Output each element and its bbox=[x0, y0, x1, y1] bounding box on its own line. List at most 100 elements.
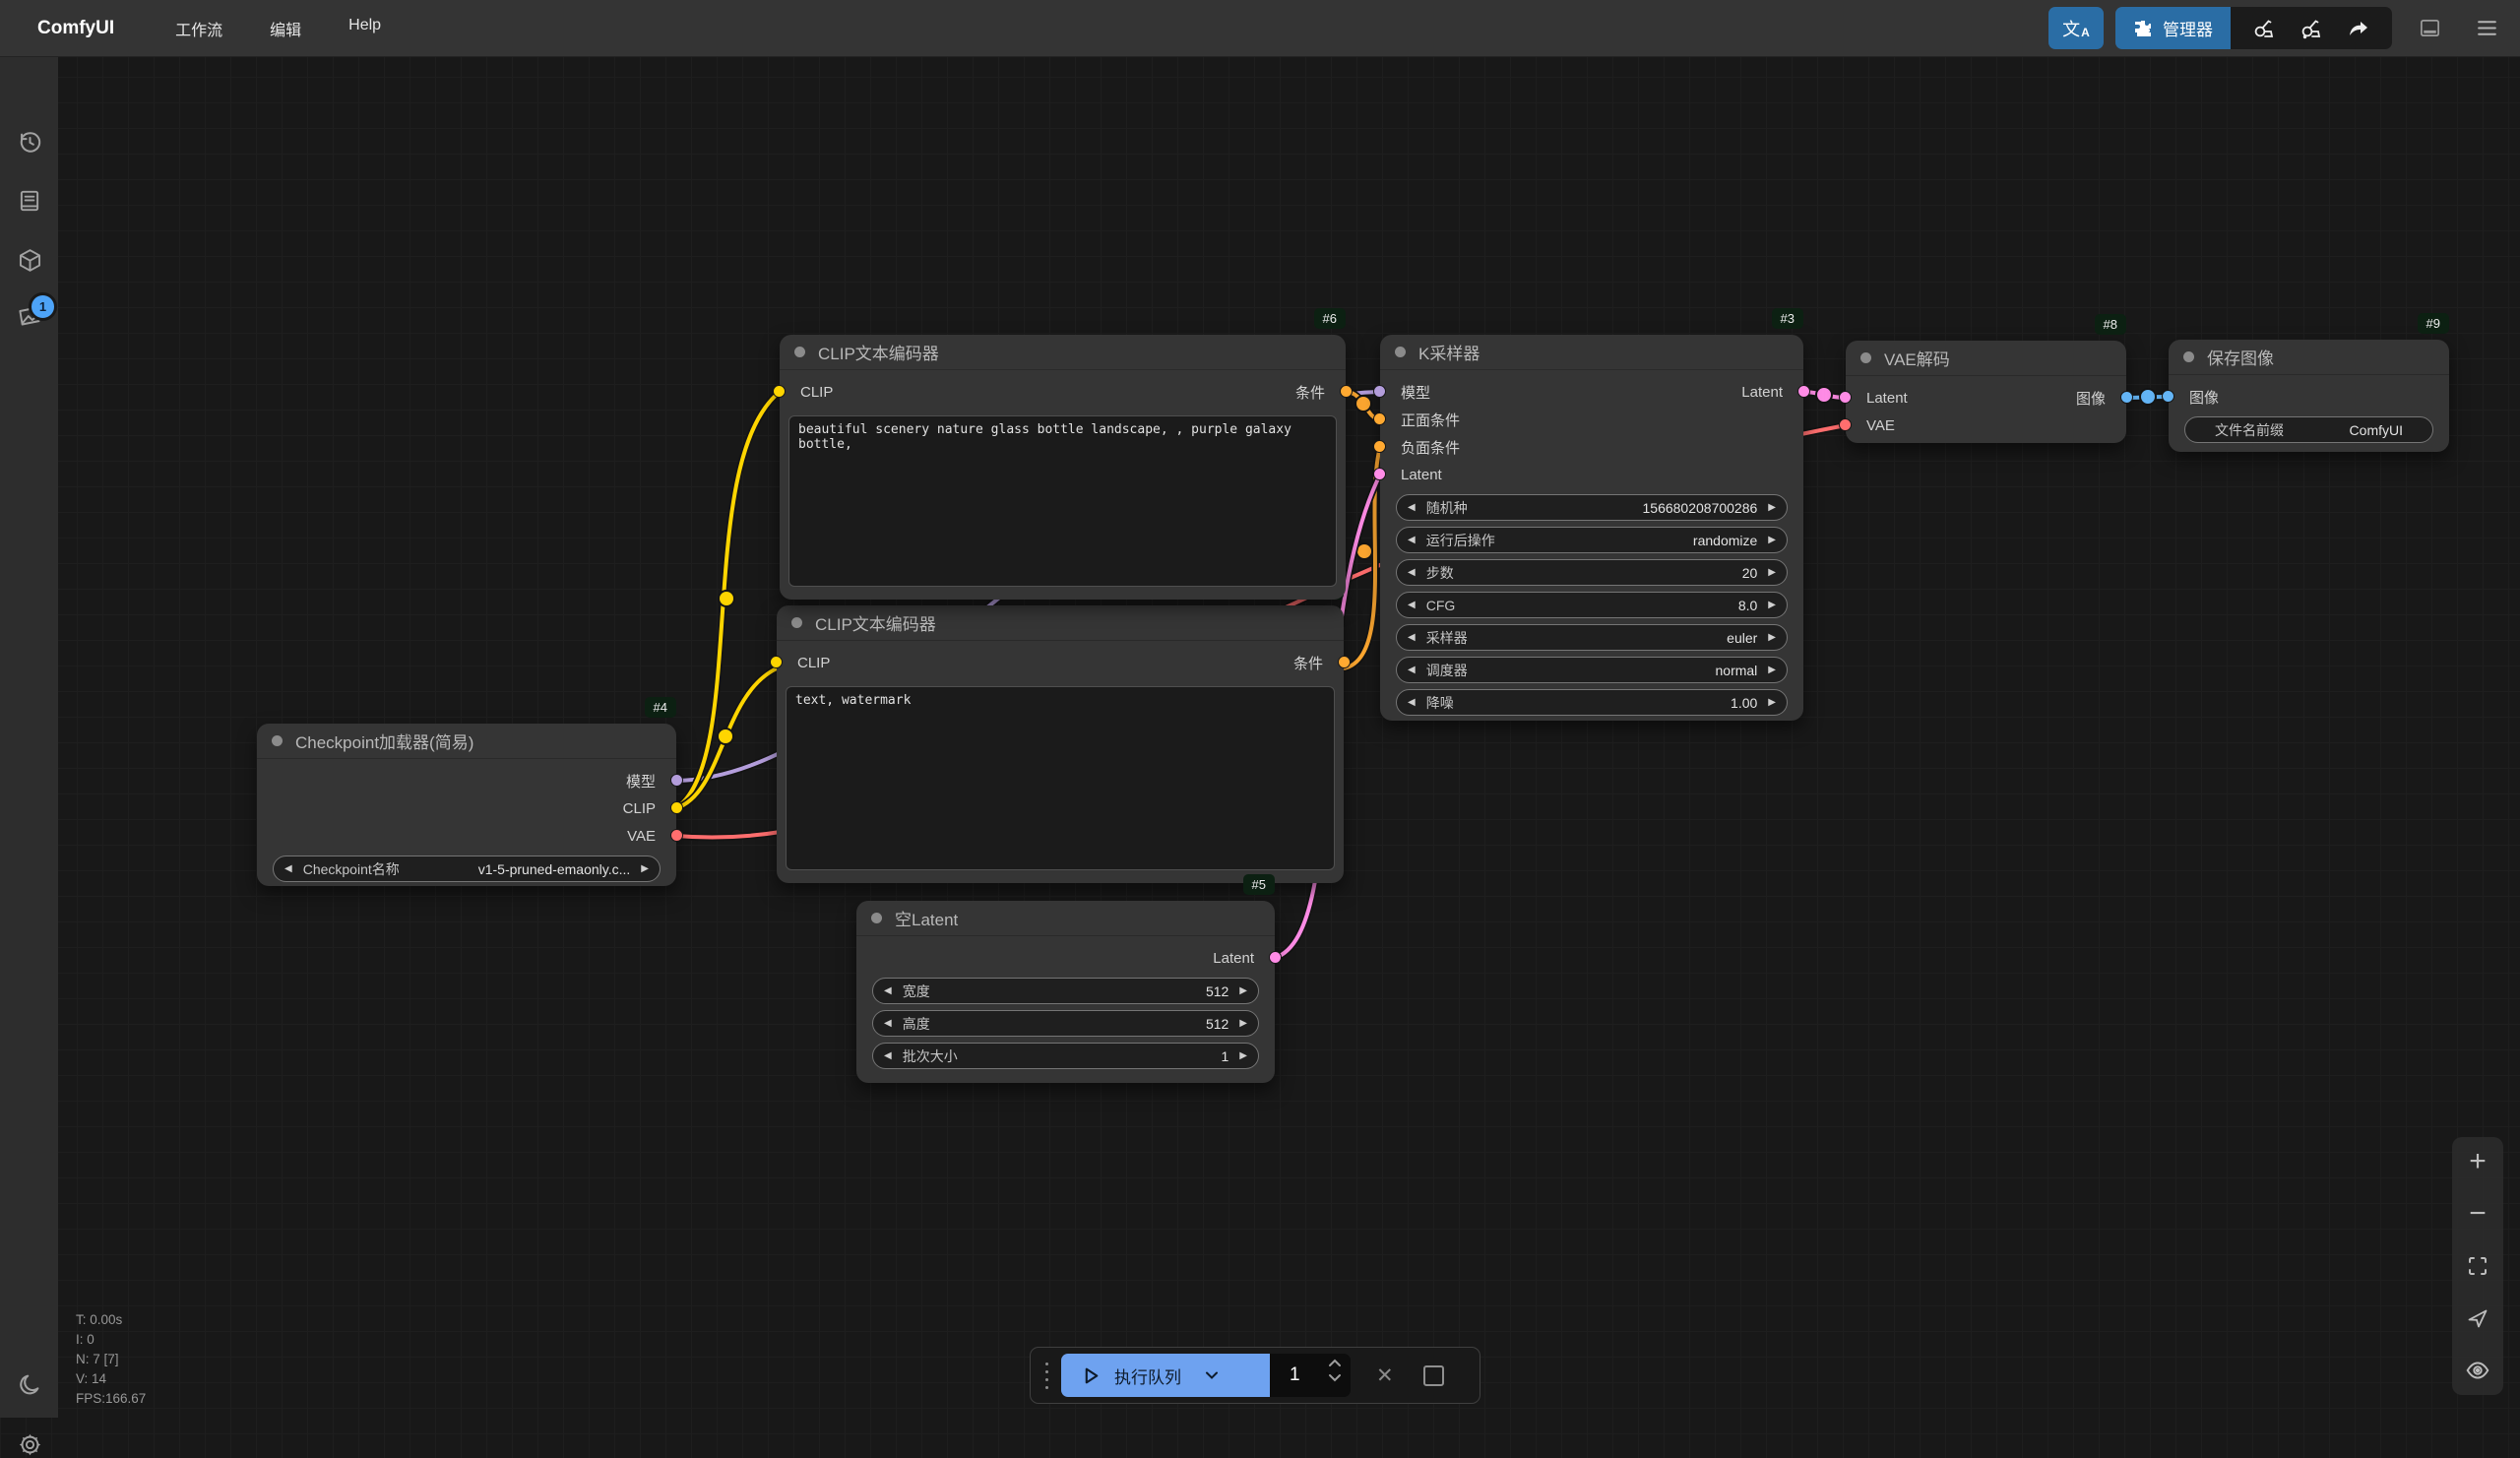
queue-options-chevron-icon[interactable] bbox=[1203, 1366, 1221, 1384]
manager-button[interactable]: 管理器 bbox=[2115, 7, 2231, 49]
bottom-panel-toggle-icon[interactable] bbox=[2410, 9, 2449, 48]
input-port-dot[interactable] bbox=[1373, 440, 1386, 453]
fit-view-button[interactable] bbox=[2463, 1251, 2492, 1281]
output-port-dot[interactable] bbox=[670, 801, 683, 814]
node-vae-decode[interactable]: #8VAE解码Latent图像VAE bbox=[1846, 341, 2126, 443]
translate-button[interactable]: 文A bbox=[2048, 7, 2104, 49]
stop-button[interactable] bbox=[1423, 1365, 1444, 1386]
node-ksampler[interactable]: #3K采样器模型Latent正面条件负面条件Latent◀随机种15668020… bbox=[1380, 335, 1803, 721]
select-mode-button[interactable] bbox=[2463, 1303, 2492, 1333]
app-logo[interactable]: ComfyUI bbox=[37, 18, 114, 39]
toggle-link-visibility-eye-icon[interactable] bbox=[2463, 1356, 2492, 1385]
widget-decrement-arrow-icon[interactable]: ◀ bbox=[884, 986, 892, 996]
collapse-dot[interactable] bbox=[791, 617, 802, 628]
batch-increment-icon[interactable] bbox=[1328, 1358, 1342, 1367]
model-library-icon[interactable] bbox=[16, 246, 43, 274]
output-port-dot[interactable] bbox=[2120, 391, 2133, 404]
node-save-image[interactable]: #9保存图像图像文件名前缀ComfyUI bbox=[2169, 340, 2449, 452]
widget-row[interactable]: ◀运行后操作randomize▶ bbox=[1396, 527, 1788, 553]
drag-handle[interactable] bbox=[1045, 1363, 1048, 1389]
widget-decrement-arrow-icon[interactable]: ◀ bbox=[1408, 601, 1416, 610]
widget-row[interactable]: ◀步数20▶ bbox=[1396, 559, 1788, 586]
widget-row[interactable]: 文件名前缀ComfyUI bbox=[2184, 416, 2433, 443]
queue-prompt-label: 执行队列 bbox=[1114, 1363, 1181, 1388]
widget-increment-arrow-icon[interactable]: ▶ bbox=[1768, 601, 1776, 610]
input-port-label: 负面条件 bbox=[1401, 437, 1460, 458]
prompt-textarea[interactable]: beautiful scenery nature glass bottle la… bbox=[788, 415, 1337, 587]
collapse-dot[interactable] bbox=[1860, 352, 1871, 363]
node-library-icon[interactable] bbox=[16, 187, 43, 215]
widget-row[interactable]: ◀批次大小1▶ bbox=[872, 1043, 1259, 1069]
widget-decrement-arrow-icon[interactable]: ◀ bbox=[1408, 503, 1416, 513]
widget-increment-arrow-icon[interactable]: ▶ bbox=[1768, 633, 1776, 643]
queue-history-icon[interactable] bbox=[16, 128, 43, 156]
queue-prompt-button[interactable]: 执行队列 bbox=[1061, 1354, 1270, 1397]
clean-cache-icon[interactable] bbox=[2292, 9, 2331, 48]
output-port-dot[interactable] bbox=[1340, 385, 1353, 398]
node-clip-text-encode-negative[interactable]: #7CLIP文本编码器CLIP条件text, watermark bbox=[777, 605, 1344, 883]
menu-help[interactable]: Help bbox=[348, 17, 381, 40]
widget-increment-arrow-icon[interactable]: ▶ bbox=[641, 864, 649, 874]
wire-clip-positive bbox=[676, 392, 780, 808]
input-port-dot[interactable] bbox=[2162, 390, 2174, 403]
widget-increment-arrow-icon[interactable]: ▶ bbox=[1768, 503, 1776, 513]
widget-row[interactable]: ◀随机种156680208700286▶ bbox=[1396, 494, 1788, 521]
collapse-dot[interactable] bbox=[1395, 347, 1406, 357]
widget-decrement-arrow-icon[interactable]: ◀ bbox=[1408, 698, 1416, 708]
collapse-dot[interactable] bbox=[2183, 351, 2194, 362]
batch-decrement-icon[interactable] bbox=[1328, 1373, 1342, 1383]
widget-decrement-arrow-icon[interactable]: ◀ bbox=[1408, 633, 1416, 643]
input-port-dot[interactable] bbox=[1373, 385, 1386, 398]
input-port-dot[interactable] bbox=[773, 385, 786, 398]
menu-edit[interactable]: 编辑 bbox=[270, 17, 301, 40]
output-port-dot[interactable] bbox=[670, 774, 683, 787]
widget-increment-arrow-icon[interactable]: ▶ bbox=[1768, 536, 1776, 545]
widget-increment-arrow-icon[interactable]: ▶ bbox=[1239, 986, 1247, 996]
input-port-dot[interactable] bbox=[1373, 468, 1386, 480]
widget-row[interactable]: ◀高度512▶ bbox=[872, 1010, 1259, 1037]
widget-increment-arrow-icon[interactable]: ▶ bbox=[1768, 568, 1776, 578]
widget-decrement-arrow-icon[interactable]: ◀ bbox=[1408, 568, 1416, 578]
widget-row[interactable]: ◀调度器normal▶ bbox=[1396, 657, 1788, 683]
prompt-textarea[interactable]: text, watermark bbox=[786, 686, 1335, 870]
collapse-dot[interactable] bbox=[871, 913, 882, 923]
share-icon[interactable] bbox=[2339, 9, 2378, 48]
widget-increment-arrow-icon[interactable]: ▶ bbox=[1768, 698, 1776, 708]
node-empty-latent[interactable]: #5空LatentLatent◀宽度512▶◀高度512▶◀批次大小1▶ bbox=[856, 901, 1275, 1083]
widget-row[interactable]: ◀降噪1.00▶ bbox=[1396, 689, 1788, 716]
zoom-in-button[interactable]: + bbox=[2463, 1147, 2492, 1176]
output-port-dot[interactable] bbox=[1797, 385, 1810, 398]
widget-decrement-arrow-icon[interactable]: ◀ bbox=[884, 1051, 892, 1061]
input-port-dot[interactable] bbox=[1839, 418, 1852, 431]
batch-count-input[interactable]: 1 bbox=[1270, 1354, 1351, 1397]
node-clip-text-encode-positive[interactable]: #6CLIP文本编码器CLIP条件beautiful scenery natur… bbox=[780, 335, 1346, 600]
cancel-queue-icon[interactable]: ✕ bbox=[1376, 1365, 1394, 1386]
hamburger-menu-icon[interactable] bbox=[2467, 9, 2506, 48]
input-port-dot[interactable] bbox=[1373, 412, 1386, 425]
widget-decrement-arrow-icon[interactable]: ◀ bbox=[884, 1019, 892, 1029]
widget-decrement-arrow-icon[interactable]: ◀ bbox=[284, 864, 292, 874]
clean-workflow-icon[interactable] bbox=[2244, 9, 2284, 48]
output-port-dot[interactable] bbox=[1338, 656, 1351, 668]
settings-gear-icon[interactable] bbox=[16, 1430, 43, 1458]
widget-decrement-arrow-icon[interactable]: ◀ bbox=[1408, 536, 1416, 545]
widget-increment-arrow-icon[interactable]: ▶ bbox=[1768, 666, 1776, 675]
menu-workflow[interactable]: 工作流 bbox=[175, 17, 222, 40]
widget-row[interactable]: ◀宽度512▶ bbox=[872, 978, 1259, 1004]
widget-row[interactable]: ◀CFG8.0▶ bbox=[1396, 592, 1788, 618]
widget-value: ComfyUI bbox=[2350, 422, 2403, 438]
widget-decrement-arrow-icon[interactable]: ◀ bbox=[1408, 666, 1416, 675]
collapse-dot[interactable] bbox=[794, 347, 805, 357]
theme-toggle-moon-icon[interactable] bbox=[16, 1371, 43, 1399]
output-port-dot[interactable] bbox=[1269, 951, 1282, 964]
widget-row[interactable]: ◀Checkpoint名称v1-5-pruned-emaonly.c...▶ bbox=[273, 856, 661, 882]
input-port-dot[interactable] bbox=[1839, 391, 1852, 404]
widget-increment-arrow-icon[interactable]: ▶ bbox=[1239, 1051, 1247, 1061]
widget-increment-arrow-icon[interactable]: ▶ bbox=[1239, 1019, 1247, 1029]
output-port-dot[interactable] bbox=[670, 829, 683, 842]
node-checkpoint-loader[interactable]: #4Checkpoint加载器(简易)模型CLIPVAE◀Checkpoint名… bbox=[257, 724, 676, 886]
input-port-dot[interactable] bbox=[770, 656, 783, 668]
widget-row[interactable]: ◀采样器euler▶ bbox=[1396, 624, 1788, 651]
collapse-dot[interactable] bbox=[272, 735, 283, 746]
zoom-out-button[interactable]: − bbox=[2463, 1199, 2492, 1229]
